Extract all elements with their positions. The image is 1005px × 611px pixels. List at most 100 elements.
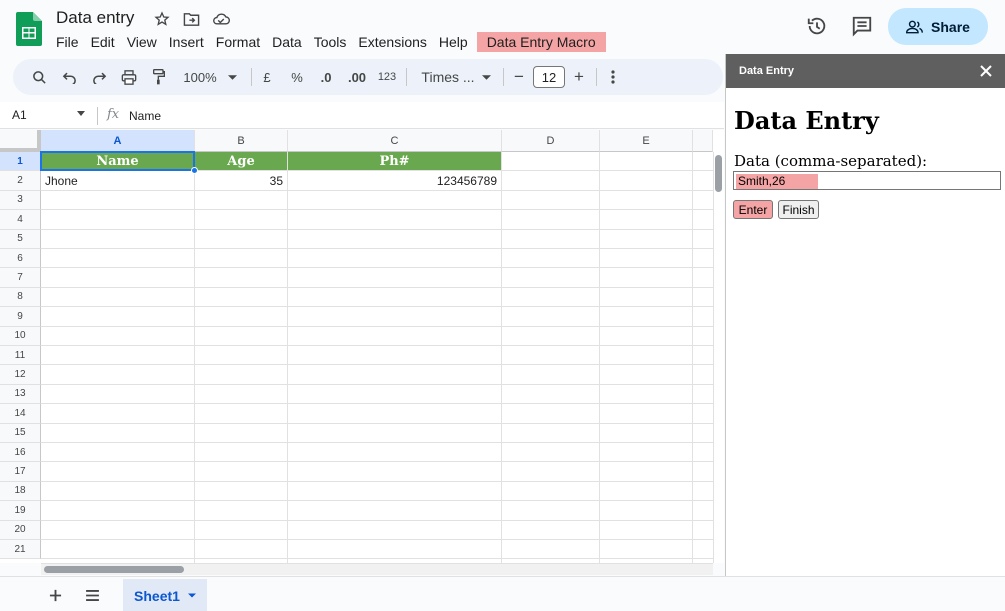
row-header-8[interactable]: 8 [0,287,41,308]
vertical-scrollbar[interactable] [713,152,724,563]
cloud-status-icon[interactable] [212,10,230,28]
row-header-11[interactable]: 11 [0,346,41,366]
row-header-4[interactable]: 4 [0,210,41,230]
row-header-3[interactable]: 3 [0,190,41,211]
increase-font-size-button[interactable]: + [571,65,587,89]
menu-edit[interactable]: Edit [85,32,121,52]
row-header-14[interactable]: 14 [0,404,41,424]
data-input-field[interactable]: Smith,26 [733,171,1001,190]
select-all-corner[interactable] [0,130,41,152]
document-title[interactable]: Data entry [56,8,134,28]
column-gridline [599,152,600,563]
zoom-dropdown-icon[interactable] [226,65,238,89]
row-header-6[interactable]: 6 [0,249,41,269]
people-icon [906,20,924,33]
menu-data-entry-macro[interactable]: Data Entry Macro [476,32,606,52]
formula-input[interactable]: Name [129,109,161,123]
row-header-20[interactable]: 20 [0,520,41,540]
comments-icon[interactable] [850,14,874,38]
cell-b2[interactable]: 35 [195,171,287,189]
column-header-a[interactable]: A [41,130,195,152]
toolbar-divider [503,68,504,86]
menu-view[interactable]: View [121,32,163,52]
menu-extensions[interactable]: Extensions [352,32,432,52]
row-header-18[interactable]: 18 [0,481,41,502]
enter-button[interactable]: Enter [733,200,773,219]
star-icon[interactable] [153,10,171,28]
version-history-icon[interactable] [805,14,829,38]
font-select[interactable]: Times ... [418,65,478,89]
format-percent-button[interactable]: % [287,65,307,89]
menu-format[interactable]: Format [210,32,266,52]
search-menus-icon[interactable] [29,65,49,89]
row-header-12[interactable]: 12 [0,365,41,385]
cell-a1[interactable]: Name [41,152,194,171]
finish-button[interactable]: Finish [778,200,819,219]
undo-icon[interactable] [59,65,79,89]
row-header-17[interactable]: 17 [0,462,41,482]
toolbar: 100% £ % .0 .00 123 Times ... − + [13,59,723,95]
row-header-19[interactable]: 19 [0,501,41,521]
menu-file[interactable]: File [50,32,85,52]
row-gridline [41,267,713,269]
menu-data[interactable]: Data [266,32,308,52]
row-gridline [41,403,713,405]
row-header-1[interactable]: 1 [0,152,41,172]
row-header-13[interactable]: 13 [0,384,41,405]
row-gridline [41,209,713,211]
decrease-decimal-button[interactable]: .0 [315,65,337,89]
menu-tools[interactable]: Tools [308,32,353,52]
column-header-b[interactable]: B [195,130,288,152]
row-header-9[interactable]: 9 [0,307,41,327]
increase-decimal-button[interactable]: .00 [345,65,369,89]
row-header-7[interactable]: 7 [0,268,41,288]
sheet-tab-sheet1[interactable]: Sheet1 [123,579,207,611]
row-header-2[interactable]: 2 [0,171,41,191]
menu-insert[interactable]: Insert [163,32,210,52]
cell-b1[interactable]: Age [195,152,287,171]
horizontal-scroll-thumb[interactable] [44,566,184,573]
column-header-e[interactable]: E [600,130,693,152]
row-gridline [41,383,713,385]
close-sidebar-icon[interactable] [976,61,996,81]
row-gridline [41,364,713,366]
more-formats-button[interactable]: 123 [375,65,399,89]
cell-c2[interactable]: 123456789 [288,171,501,189]
row-header-5[interactable]: 5 [0,229,41,249]
share-button[interactable]: Share [888,8,988,45]
move-folder-icon[interactable] [182,10,200,28]
sheets-logo-icon[interactable] [16,12,42,46]
name-box-dropdown-icon[interactable] [77,111,85,116]
font-size-input[interactable]: 12 [533,66,565,88]
row-header-16[interactable]: 16 [0,443,41,463]
fx-icon: fx [107,107,120,122]
column-gridline [501,152,502,563]
all-sheets-icon[interactable] [82,585,102,605]
redo-icon[interactable] [89,65,109,89]
print-icon[interactable] [119,65,139,89]
sheet-tab-dropdown-icon[interactable] [187,593,196,598]
column-header-f[interactable] [693,130,713,152]
decrease-font-size-button[interactable]: − [511,65,527,89]
app-header: Data entry File Edit View Insert Format … [0,0,1005,56]
spreadsheet-grid[interactable]: A B C D E 1 2 3 4 5 6 7 8 9 10 11 12 13 14 15 16 17 18 19 20 21 Na… [0,130,724,563]
paint-format-icon[interactable] [149,65,169,89]
row-gridline [41,325,713,327]
menu-help[interactable]: Help [433,32,474,52]
cell-c1[interactable]: Ph# [288,152,501,171]
column-header-c[interactable]: C [288,130,502,152]
name-box[interactable]: A1 [12,108,27,122]
column-header-d[interactable]: D [502,130,600,152]
cell-a2[interactable]: Jhone [41,171,194,189]
row-header-15[interactable]: 15 [0,423,41,443]
more-options-icon[interactable] [605,65,621,89]
add-sheet-icon[interactable] [45,585,65,605]
row-header-10[interactable]: 10 [0,326,41,346]
format-currency-button[interactable]: £ [259,65,275,89]
font-dropdown-icon[interactable] [480,65,492,89]
zoom-select[interactable]: 100% [179,65,221,89]
row-header-21[interactable]: 21 [0,540,41,560]
sheet-tab-label: Sheet1 [134,587,180,604]
toolbar-divider [251,68,252,86]
vertical-scroll-thumb[interactable] [715,155,722,192]
